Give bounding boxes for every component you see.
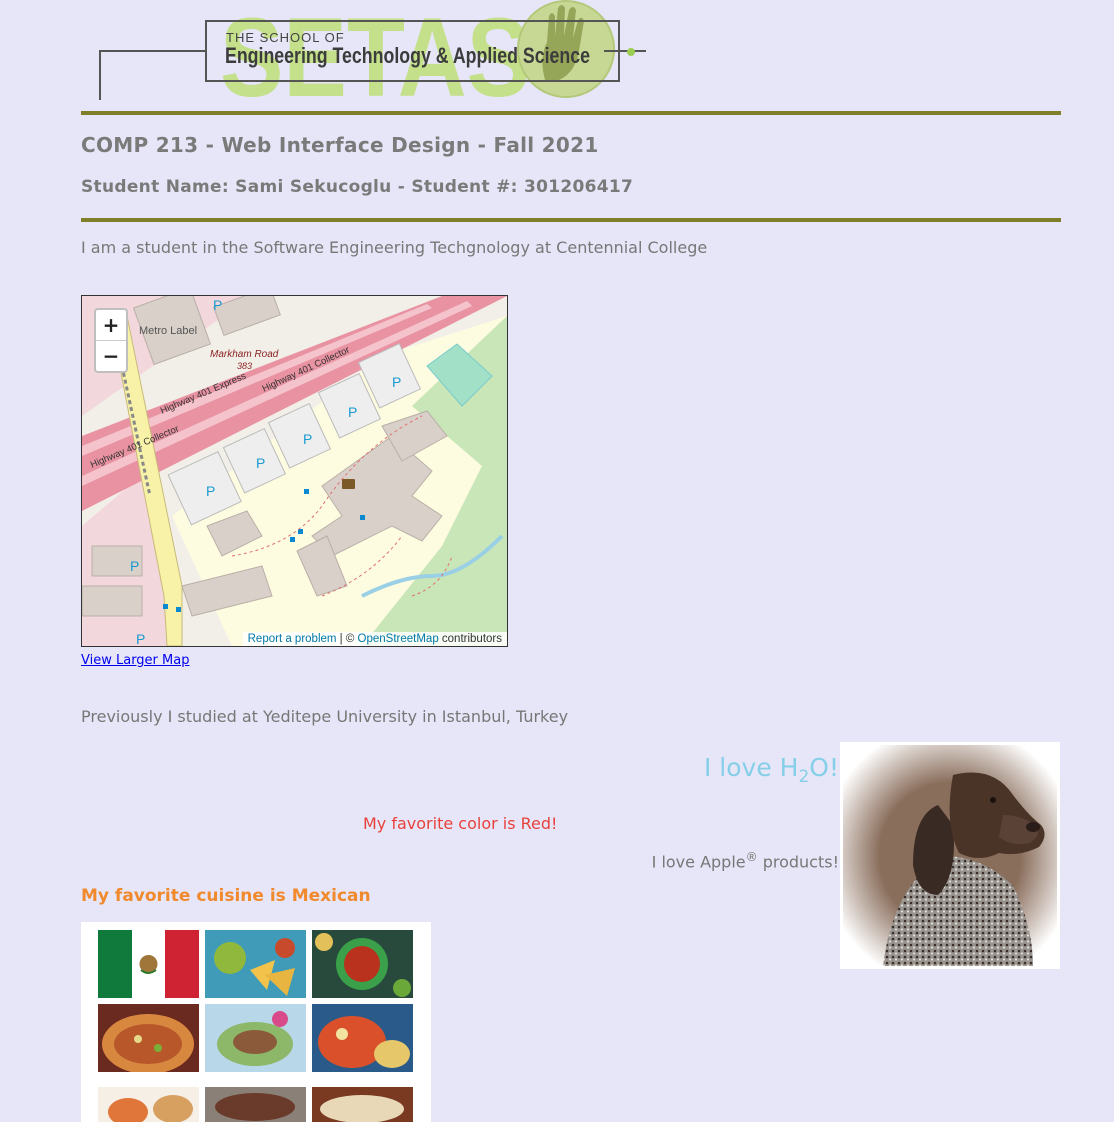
map-parking-label: P (213, 297, 222, 313)
map-label-route: 383 (237, 361, 252, 371)
dog-image (840, 742, 1060, 969)
divider-bottom (81, 218, 1061, 222)
map-zoom-control: + − (94, 308, 128, 373)
map-parking-label: P (392, 374, 401, 390)
attribution-separator: | © (336, 633, 358, 645)
zoom-out-button[interactable]: − (96, 340, 126, 371)
favorite-color-text: My favorite color is Red! (363, 814, 558, 833)
school-name-text: Engineering Technology & Applied Science (225, 43, 590, 68)
burrito-image (205, 1004, 306, 1072)
tostada-image (98, 1004, 199, 1072)
divider-top (81, 111, 1061, 115)
map-parking-label: P (256, 455, 265, 471)
student-info: Student Name: Sami Sekucoglu - Student #… (81, 177, 634, 197)
map-parking-label: P (206, 483, 215, 499)
apple-text: I love Apple® products! (651, 850, 839, 872)
view-larger-map-link[interactable]: View Larger Map (81, 653, 189, 668)
intro-text: I am a student in the Software Engineeri… (81, 238, 708, 257)
course-title: COMP 213 - Web Interface Design - Fall 2… (81, 133, 599, 157)
embedded-map[interactable]: Metro Label Markham Road 383 Highway 401… (81, 295, 508, 647)
previous-study-text: Previously I studied at Yeditepe Univers… (81, 707, 569, 726)
soup-bowl-image (312, 930, 413, 998)
map-tiles[interactable]: Metro Label Markham Road 383 Highway 401… (82, 296, 507, 646)
map-parking-label: P (303, 431, 312, 447)
love-h2o-text: I love H2O! (703, 753, 839, 787)
mexican-food-collage (81, 922, 431, 1122)
map-parking-label: P (130, 558, 139, 574)
zoom-in-button[interactable]: + (96, 310, 126, 340)
map-label-markham: Markham Road (210, 349, 279, 360)
osm-link[interactable]: OpenStreetMap (358, 633, 439, 645)
guacamole-chips-image (205, 930, 306, 998)
school-banner-logo: SETAS THE SCHOOL OF Engineering Technolo… (99, 0, 646, 110)
map-attribution: Report a problem | © OpenStreetMap contr… (242, 632, 507, 646)
report-problem-link[interactable]: Report a problem (248, 633, 337, 645)
enchiladas-image (312, 1004, 413, 1072)
mexico-flag-image (98, 930, 199, 998)
map-parking-label: P (136, 631, 145, 646)
attribution-contributors: contributors (438, 633, 502, 645)
map-label-metro: Metro Label (139, 325, 197, 337)
map-parking-label: P (348, 404, 357, 420)
cuisine-heading: My favorite cuisine is Mexican (81, 886, 371, 906)
